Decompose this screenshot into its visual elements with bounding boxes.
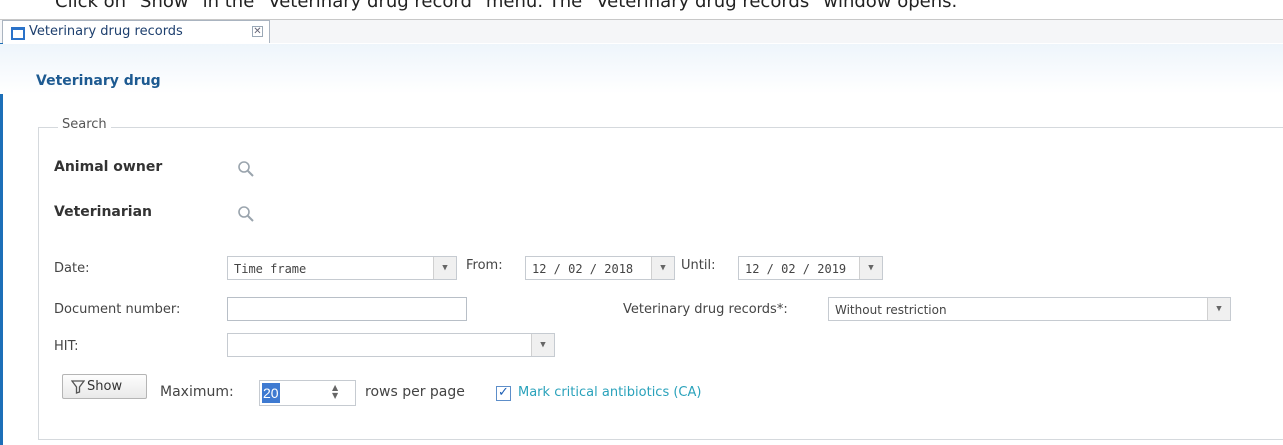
date-mode-select[interactable]: Time frame ▼ [227,256,457,280]
checkmark-icon: ✓ [498,385,509,400]
until-date-picker[interactable]: 12 / 02 / 2019 ▼ [738,256,883,280]
close-icon[interactable]: ✕ [252,26,263,37]
search-icon[interactable] [237,205,255,223]
until-date-value: 12 / 02 / 2019 [745,262,847,276]
chevron-down-icon: ▼ [433,257,456,279]
show-button[interactable]: Show [62,374,147,399]
until-label: Until: [681,258,716,273]
chevron-down-icon: ▼ [859,257,882,279]
search-legend: Search [58,117,111,132]
spinner-arrows-icon[interactable]: ▲ ▼ [332,384,338,400]
chevron-down-icon: ▼ [531,334,554,356]
maximum-stepper[interactable]: 20 ▲ ▼ [259,380,356,406]
from-date-value: 12 / 02 / 2018 [532,262,634,276]
veterinarian-label: Veterinarian [54,204,152,220]
hit-select[interactable]: ▼ [227,333,555,357]
animal-owner-label: Animal owner [54,159,163,175]
search-icon[interactable] [237,160,255,178]
tab-label: Veterinary drug records [29,24,183,39]
document-number-input[interactable] [227,297,467,321]
tab-veterinary-drug-records[interactable]: Veterinary drug records ✕ [2,20,270,43]
rows-per-page-label: rows per page [365,384,465,400]
window-title: Veterinary drug [36,73,161,89]
mark-ca-checkbox[interactable]: ✓ [496,385,511,401]
records-label: Veterinary drug records*: [623,302,788,317]
chevron-down-icon: ▼ [651,257,674,279]
show-button-label: Show [87,379,123,394]
from-label: From: [466,258,503,273]
records-select[interactable]: Without restriction ▼ [828,297,1231,321]
hit-label: HIT: [54,339,79,354]
chevron-down-icon: ▼ [1207,298,1230,320]
mark-ca-label[interactable]: Mark critical antibiotics (CA) [518,385,701,400]
maximum-value: 20 [262,383,280,403]
window-icon [11,27,25,40]
records-value: Without restriction [835,303,947,317]
date-mode-value: Time frame [234,262,307,276]
from-date-picker[interactable]: 12 / 02 / 2018 ▼ [525,256,675,280]
window-header [0,44,1283,94]
maximum-label: Maximum: [160,384,234,400]
date-label: Date: [54,261,90,276]
filter-icon [71,380,85,394]
instruction-caption: Click on "Show" in the "Veterinary drug … [55,0,958,12]
document-number-label: Document number: [54,302,181,317]
